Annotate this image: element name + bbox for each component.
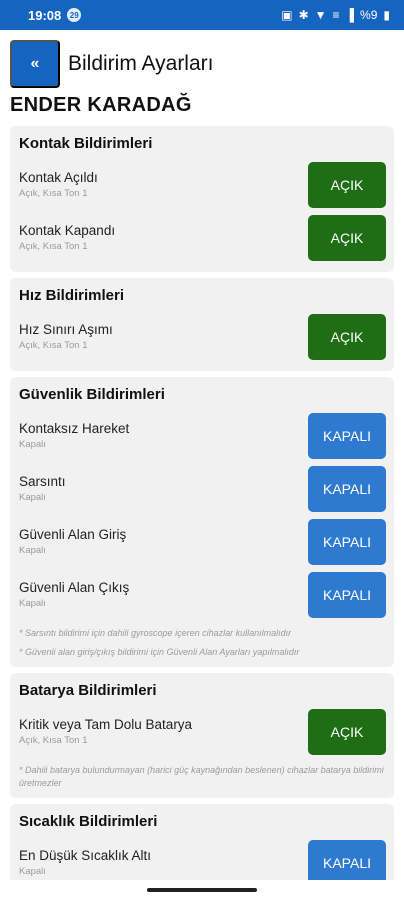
bluetooth-icon: ✱ <box>298 8 309 22</box>
setting-row: En Düşük Sıcaklık Altı Kapalı KAPALI <box>19 836 386 880</box>
setting-row: Kontak Kapandı Açık, Kısa Ton 1 AÇIK <box>19 211 386 264</box>
setting-text: Sarsıntı Kapalı <box>19 474 66 503</box>
setting-row: Sarsıntı Kapalı KAPALI <box>19 462 386 515</box>
setting-text: Güvenli Alan Çıkış Kapalı <box>19 580 129 609</box>
settings-list[interactable]: Kontak Bildirimleri Kontak Açıldı Açık, … <box>10 126 394 880</box>
setting-row: Güvenli Alan Giriş Kapalı KAPALI <box>19 515 386 568</box>
status-bar: 19:08 29 ▣ ✱ ▼ ≡ ▐ %9 ▮ <box>0 0 404 30</box>
toggle-sarsinti[interactable]: KAPALI <box>308 465 386 512</box>
app-header: « Bildirim Ayarları <box>10 40 394 88</box>
setting-row: Kontak Açıldı Açık, Kısa Ton 1 AÇIK <box>19 158 386 211</box>
section-title: Güvenlik Bildirimleri <box>19 386 165 403</box>
setting-label: Sarsıntı <box>19 474 66 489</box>
section-note: * Güvenli alan giriş/çıkış bildirimi içi… <box>19 647 300 657</box>
lock-icon: ▣ <box>281 8 293 22</box>
toggle-batarya[interactable]: AÇIK <box>308 708 386 755</box>
toggle-hiz-siniri[interactable]: AÇIK <box>308 313 386 360</box>
toggle-en-dusuk-sicaklik[interactable]: KAPALI <box>308 839 386 880</box>
setting-sublabel: Açık, Kısa Ton 1 <box>19 735 88 746</box>
setting-label: Güvenli Alan Çıkış <box>19 580 130 595</box>
setting-sublabel: Kapalı <box>19 545 46 556</box>
section-note: * Dahili batarya bulundurmayan (harici g… <box>19 765 384 788</box>
setting-sublabel: Kapalı <box>19 598 46 609</box>
setting-row: Kontaksız Hareket Kapalı KAPALI <box>19 409 386 462</box>
setting-label: Kontak Açıldı <box>19 170 98 185</box>
toggle-kontaksiz-hareket[interactable]: KAPALI <box>308 412 386 459</box>
back-button[interactable]: « <box>10 40 60 88</box>
section-sicaklik: Sıcaklık Bildirimleri En Düşük Sıcaklık … <box>10 804 394 880</box>
section-note: * Sarsıntı bildirimi için dahili gyrosco… <box>19 628 292 638</box>
setting-label: En Düşük Sıcaklık Altı <box>19 848 152 863</box>
setting-label: Kritik veya Tam Dolu Batarya <box>19 717 193 732</box>
section-hiz: Hız Bildirimleri Hız Sınırı Aşımı Açık, … <box>10 278 394 371</box>
section-kontak: Kontak Bildirimleri Kontak Açıldı Açık, … <box>10 126 394 272</box>
setting-label: Kontaksız Hareket <box>19 421 130 436</box>
section-title: Kontak Bildirimleri <box>19 135 153 152</box>
user-name: ENDER KARADAĞ <box>10 94 192 116</box>
status-right: ▣ ✱ ▼ ≡ ▐ %9 ▮ <box>281 8 390 22</box>
setting-sublabel: Kapalı <box>19 439 46 450</box>
toggle-guvenli-alan-cikis[interactable]: KAPALI <box>308 571 386 618</box>
setting-text: Kontak Açıldı Açık, Kısa Ton 1 <box>19 170 98 199</box>
signal-icon: ▐ <box>345 8 355 22</box>
setting-sublabel: Açık, Kısa Ton 1 <box>19 188 88 199</box>
setting-text: Kritik veya Tam Dolu Batarya Açık, Kısa … <box>19 717 192 746</box>
location-icon: ▼ <box>314 8 327 22</box>
status-left: 19:08 29 <box>28 7 82 23</box>
battery-text: %9 <box>360 8 378 22</box>
setting-row: Kritik veya Tam Dolu Batarya Açık, Kısa … <box>19 705 386 758</box>
setting-label: Güvenli Alan Giriş <box>19 527 127 542</box>
wifi-icon: ≡ <box>332 8 340 22</box>
setting-label: Hız Sınırı Aşımı <box>19 322 113 337</box>
section-title: Hız Bildirimleri <box>19 287 125 304</box>
section-batarya: Batarya Bildirimleri Kritik veya Tam Dol… <box>10 673 394 798</box>
setting-sublabel: Açık, Kısa Ton 1 <box>19 241 88 252</box>
toggle-kontak-kapandi[interactable]: AÇIK <box>308 214 386 261</box>
system-nav-bar <box>0 880 404 900</box>
status-time: 19:08 <box>28 7 62 23</box>
setting-text: En Düşük Sıcaklık Altı Kapalı <box>19 848 151 877</box>
section-guvenlik: Güvenlik Bildirimleri Kontaksız Hareket … <box>10 377 394 667</box>
notification-badge-icon: 29 <box>67 8 82 22</box>
page-title: Bildirim Ayarları <box>68 52 214 75</box>
battery-icon: ▮ <box>383 8 390 22</box>
home-gesture-handle[interactable] <box>147 888 257 892</box>
setting-sublabel: Kapalı <box>19 866 46 877</box>
setting-text: Kontaksız Hareket Kapalı <box>19 421 129 450</box>
setting-sublabel: Kapalı <box>19 492 46 503</box>
section-title: Batarya Bildirimleri <box>19 682 157 699</box>
section-title: Sıcaklık Bildirimleri <box>19 813 158 830</box>
setting-label: Kontak Kapandı <box>19 223 116 238</box>
setting-text: Kontak Kapandı Açık, Kısa Ton 1 <box>19 223 115 252</box>
toggle-kontak-acildi[interactable]: AÇIK <box>308 161 386 208</box>
setting-text: Güvenli Alan Giriş Kapalı <box>19 527 126 556</box>
setting-row: Güvenli Alan Çıkış Kapalı KAPALI <box>19 568 386 621</box>
setting-row: Hız Sınırı Aşımı Açık, Kısa Ton 1 AÇIK <box>19 310 386 363</box>
setting-text: Hız Sınırı Aşımı Açık, Kısa Ton 1 <box>19 322 113 351</box>
setting-sublabel: Açık, Kısa Ton 1 <box>19 340 88 351</box>
toggle-guvenli-alan-giris[interactable]: KAPALI <box>308 518 386 565</box>
